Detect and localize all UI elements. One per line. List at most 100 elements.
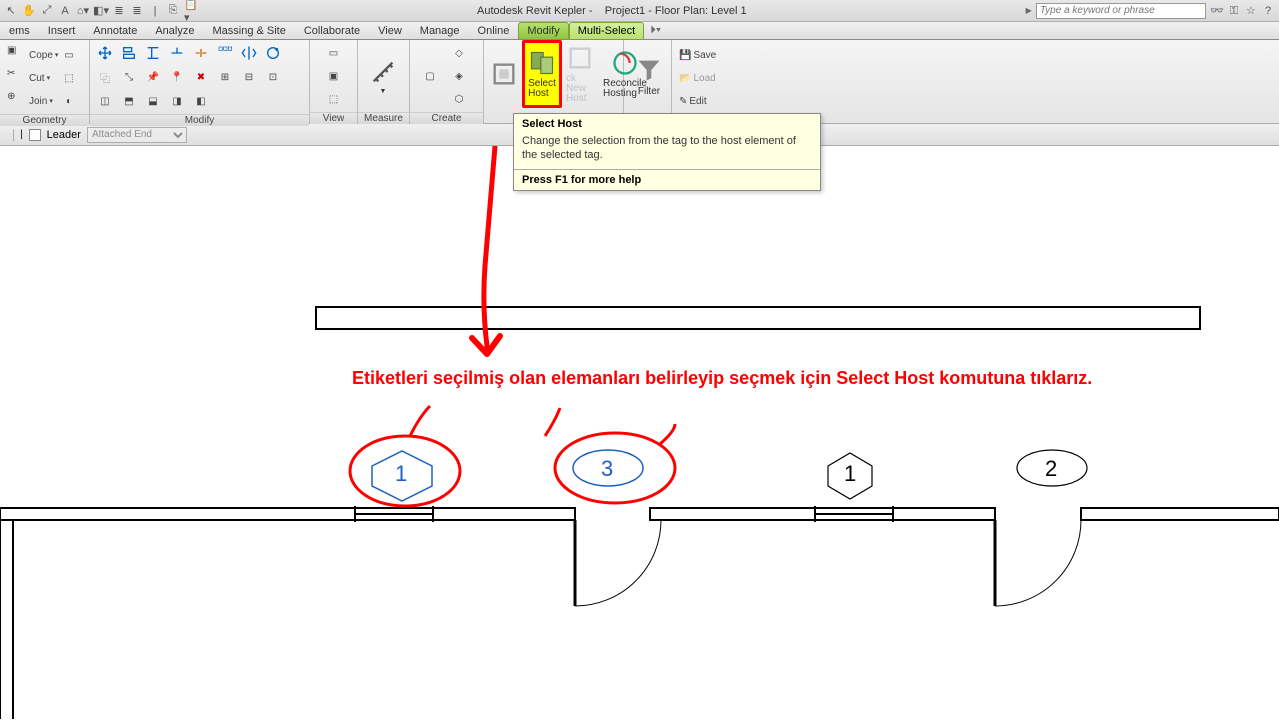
cut-button[interactable]: ✂Cut▾ (4, 67, 53, 89)
leader-label: Leader (47, 129, 81, 141)
tab-online[interactable]: Online (469, 22, 519, 39)
move-button[interactable] (94, 42, 116, 64)
search-input[interactable] (1036, 3, 1206, 19)
nav-icon[interactable]: ⤢ (40, 4, 54, 18)
tag-hex-1[interactable]: 1 (828, 453, 872, 499)
tab-annotate[interactable]: Annotate (84, 22, 146, 39)
join-button[interactable]: ⊕Join▾ (4, 90, 56, 112)
panel-create-label: Create (410, 112, 483, 124)
mod-tool7-button[interactable]: ◨ (166, 90, 188, 112)
tab-massing-site[interactable]: Massing & Site (203, 22, 294, 39)
copy-icon[interactable]: ⎘ (166, 4, 180, 18)
mod-tool2-button[interactable]: ⊟ (238, 66, 260, 88)
split-button[interactable] (190, 42, 212, 64)
view-tool3-button[interactable]: ⬚ (323, 88, 345, 110)
save-icon: 💾 (679, 50, 691, 61)
view-tool1-button[interactable]: ▭ (323, 42, 345, 64)
trim-button[interactable] (166, 42, 188, 64)
create-tool4-button[interactable]: ⬡ (448, 88, 470, 110)
load-selection-button: 📂Load (676, 67, 719, 89)
split-icon (193, 45, 209, 61)
drawing-canvas[interactable]: 1 3 1 2 (0, 146, 1279, 719)
sep-icon: | (148, 4, 162, 18)
mod-tool3-button[interactable]: ⊡ (262, 66, 284, 88)
create-tool2-button[interactable]: ◇ (448, 42, 470, 64)
rotate-button[interactable] (262, 42, 284, 64)
mod-tool6-button[interactable]: ⬓ (142, 90, 164, 112)
tab-insert[interactable]: Insert (39, 22, 85, 39)
mod-tool5-button[interactable]: ⬒ (118, 90, 140, 112)
tag-hex-1-selected[interactable]: 1 (372, 451, 432, 501)
measure-button[interactable]: ▼ (362, 42, 404, 110)
binoculars-icon[interactable]: 👓 (1210, 3, 1224, 17)
tab-context-multiselect[interactable]: Multi-Select (569, 22, 644, 39)
home-icon[interactable]: ⌂▾ (76, 4, 90, 18)
align-button[interactable] (118, 42, 140, 64)
load-icon: 📂 (679, 73, 691, 84)
help-icon[interactable]: ? (1261, 4, 1275, 18)
star-icon[interactable]: ☆ (1244, 3, 1258, 17)
annotation-text: Etiketleri seçilmiş olan elemanları beli… (352, 368, 1092, 389)
select-host-button[interactable]: SelectHost (522, 40, 562, 108)
attached-end-select: Attached End (87, 127, 187, 143)
delete-button[interactable]: ✖ (190, 66, 212, 88)
offset-button[interactable] (142, 42, 164, 64)
tab-overflow-icon[interactable]: ⏵▾ (644, 22, 667, 39)
tag-1-text: 1 (395, 461, 407, 486)
mod-tool1-button[interactable]: ⊞ (214, 66, 236, 88)
tab-manage[interactable]: Manage (411, 22, 469, 39)
ortho-icon[interactable]: ◧▾ (94, 4, 108, 18)
view-tool2-button[interactable]: ▣ (323, 65, 345, 87)
key-icon[interactable]: ⚿ (1227, 4, 1241, 18)
tab-ems[interactable]: ems (0, 22, 39, 39)
paste-icon[interactable]: 📋▾ (184, 4, 198, 18)
create-tool3-button[interactable]: ◈ (448, 65, 470, 87)
panel-view: ▭ ▣ ⬚ View (310, 40, 358, 123)
tooltip-select-host: Select Host Change the selection from th… (513, 113, 821, 191)
tab-analyze[interactable]: Analyze (146, 22, 203, 39)
array-button[interactable] (214, 42, 236, 64)
mirror-button[interactable] (238, 42, 260, 64)
tab-view[interactable]: View (369, 22, 411, 39)
unpin-button[interactable]: 📍 (166, 66, 188, 88)
edit-icon: ✎ (679, 96, 687, 107)
tag-ellipse-3-selected[interactable]: 3 (573, 450, 643, 486)
align-icon (121, 45, 137, 61)
leader-checkbox[interactable] (29, 129, 41, 141)
pin-button[interactable]: 📌 (142, 66, 164, 88)
save-selection-button[interactable]: 💾Save (676, 44, 719, 66)
align-right-icon[interactable]: ≣ (130, 4, 144, 18)
panel-modify-label: Modify (90, 114, 309, 126)
join-label: Join (29, 96, 47, 107)
align-left-icon[interactable]: ≣ (112, 4, 126, 18)
filter-button[interactable]: Filter (628, 42, 670, 110)
hand-icon[interactable]: ✋ (22, 4, 36, 18)
move-icon (97, 45, 113, 61)
cope-button[interactable]: ▣Cope▾ (4, 44, 61, 66)
filter-icon (635, 56, 663, 84)
mod-tool8-button[interactable]: ◧ (190, 90, 212, 112)
create-tool1-button[interactable]: ▢ (414, 60, 446, 92)
geom-tool2-button[interactable]: ⬚ (58, 67, 80, 89)
scale-button[interactable]: ⤡ (118, 66, 140, 88)
help-icons: 👓 ⚿ ☆ ? (1210, 3, 1275, 18)
select-host-icon (528, 49, 556, 77)
quick-access-toolbar: ↖ ✋ ⤢ A ⌂▾ ◧▾ ≣ ≣ | ⎘ 📋▾ (4, 4, 198, 18)
mirror-icon (241, 45, 257, 61)
tooltip-title: Select Host (514, 114, 820, 132)
options-context-label (4, 129, 14, 141)
ribbon: ▣Cope▾ ✂Cut▾ ⊕Join▾ ▭ ⬚ ◐ Geometry ⿻ ⤡ 📌… (0, 40, 1279, 124)
tab-modify[interactable]: Modify (518, 22, 568, 39)
tag-ellipse-2[interactable]: 2 (1017, 450, 1087, 486)
copy-button[interactable]: ⿻ (94, 66, 116, 88)
tooltip-footer: Press F1 for more help (514, 169, 820, 190)
mod-tool4-button[interactable]: ◫ (94, 90, 116, 112)
text-icon[interactable]: A (58, 4, 72, 18)
geom-tool3-button[interactable]: ◐ (58, 90, 80, 112)
edit-family-button[interactable] (486, 40, 522, 108)
geom-tool1-button[interactable]: ▭ (58, 44, 80, 66)
edit-selection-button[interactable]: ✎Edit (676, 90, 710, 112)
cursor-icon[interactable]: ↖ (4, 4, 18, 18)
app-name: Autodesk Revit Kepler - (477, 5, 593, 17)
tab-collaborate[interactable]: Collaborate (295, 22, 369, 39)
